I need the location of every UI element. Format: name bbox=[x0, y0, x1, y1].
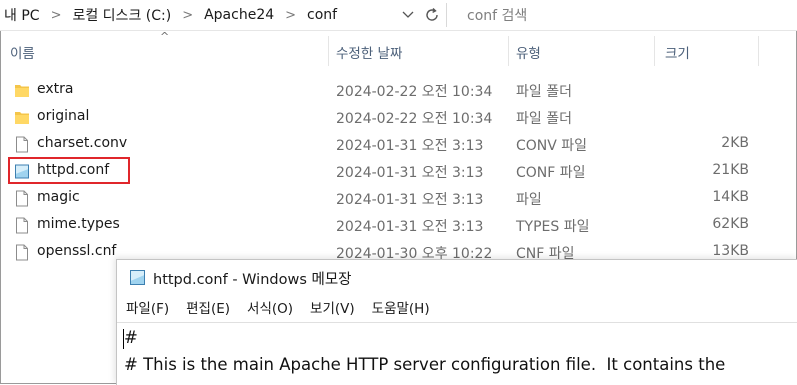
file-type: 파일 bbox=[516, 192, 542, 208]
text-line: # bbox=[124, 328, 138, 347]
file-date: 2024-01-31 오전 3:13 bbox=[336, 192, 484, 208]
file-date: 2024-02-22 오전 10:34 bbox=[336, 111, 493, 127]
file-icon bbox=[16, 244, 28, 261]
refresh-button[interactable] bbox=[421, 4, 443, 26]
notepad-window: httpd.conf - Windows 메모장 파일(F) 편집(E) 서식(… bbox=[116, 259, 797, 385]
file-date: 2024-01-31 오전 3:13 bbox=[336, 138, 484, 154]
file-name: openssl.cnf bbox=[37, 243, 117, 259]
column-divider[interactable] bbox=[328, 36, 329, 66]
search-box[interactable]: conf 검색 bbox=[454, 3, 794, 27]
breadcrumb-conf[interactable]: conf bbox=[305, 7, 339, 23]
file-name: magic bbox=[37, 189, 80, 205]
file-date: 2024-02-22 오전 10:34 bbox=[336, 84, 493, 100]
file-name: extra bbox=[37, 81, 74, 97]
text-line: # This is the main Apache HTTP server co… bbox=[124, 355, 726, 374]
menu-edit[interactable]: 편집(E) bbox=[177, 296, 238, 322]
notepad-title-bar[interactable]: httpd.conf - Windows 메모장 bbox=[117, 260, 797, 294]
search-input[interactable]: conf 검색 bbox=[467, 5, 527, 25]
file-size: 13KB bbox=[712, 243, 749, 259]
file-size: 62KB bbox=[712, 216, 749, 232]
file-icon bbox=[16, 217, 28, 234]
refresh-icon bbox=[426, 7, 438, 21]
column-divider[interactable] bbox=[654, 36, 655, 66]
file-type: 파일 폴더 bbox=[516, 84, 572, 100]
file-row-original[interactable]: original 2024-02-22 오전 10:34 파일 폴더 bbox=[0, 104, 797, 131]
file-size: 2KB bbox=[721, 135, 749, 151]
folder-icon bbox=[15, 85, 29, 97]
highlight-box bbox=[8, 157, 130, 184]
chevron-right-icon[interactable]: > bbox=[276, 8, 305, 23]
file-row-charset-conv[interactable]: charset.conv 2024-01-31 오전 3:13 CONV 파일 … bbox=[0, 131, 797, 158]
column-headers: ^ 이름 수정한 날짜 유형 크기 bbox=[0, 30, 797, 66]
notepad-icon bbox=[130, 270, 145, 285]
file-row-magic[interactable]: magic 2024-01-31 오전 3:13 파일 14KB bbox=[0, 185, 797, 212]
address-history-dropdown[interactable] bbox=[397, 4, 419, 26]
file-date: 2024-01-31 오전 3:13 bbox=[336, 219, 484, 235]
file-type: CONV 파일 bbox=[516, 138, 588, 154]
file-type: TYPES 파일 bbox=[516, 219, 590, 235]
address-bar: 내 PC > 로컬 디스크 (C:) > Apache24 > conf con… bbox=[0, 0, 797, 31]
file-size: 21KB bbox=[712, 162, 749, 178]
file-icon bbox=[16, 136, 28, 153]
breadcrumb-this-pc[interactable]: 내 PC bbox=[2, 5, 42, 25]
file-type: 파일 폴더 bbox=[516, 111, 572, 127]
file-icon bbox=[16, 190, 28, 207]
chevron-down-icon bbox=[402, 11, 414, 18]
file-date: 2024-01-31 오전 3:13 bbox=[336, 165, 484, 181]
notepad-title: httpd.conf - Windows 메모장 bbox=[153, 272, 352, 288]
divider bbox=[446, 3, 447, 27]
column-size[interactable]: 크기 bbox=[665, 42, 690, 62]
menu-help[interactable]: 도움말(H) bbox=[363, 296, 438, 322]
breadcrumb-local-disk[interactable]: 로컬 디스크 (C:) bbox=[70, 5, 173, 25]
notepad-text-area[interactable]: # # This is the main Apache HTTP server … bbox=[117, 322, 797, 385]
file-name: original bbox=[37, 108, 90, 124]
column-divider[interactable] bbox=[758, 36, 759, 66]
breadcrumb: 내 PC > 로컬 디스크 (C:) > Apache24 > conf bbox=[2, 0, 339, 30]
column-date-modified[interactable]: 수정한 날짜 bbox=[336, 42, 402, 62]
file-size: 14KB bbox=[712, 189, 749, 205]
notepad-menu-bar: 파일(F) 편집(E) 서식(O) 보기(V) 도움말(H) bbox=[117, 296, 438, 322]
menu-file[interactable]: 파일(F) bbox=[117, 296, 177, 322]
file-name: charset.conv bbox=[37, 135, 128, 151]
breadcrumb-apache24[interactable]: Apache24 bbox=[202, 7, 276, 23]
chevron-right-icon[interactable]: > bbox=[173, 8, 202, 23]
column-divider[interactable] bbox=[508, 36, 509, 66]
sort-ascending-icon: ^ bbox=[160, 30, 170, 43]
menu-view[interactable]: 보기(V) bbox=[301, 296, 363, 322]
column-name[interactable]: 이름 bbox=[10, 42, 35, 62]
file-row-mime-types[interactable]: mime.types 2024-01-31 오전 3:13 TYPES 파일 6… bbox=[0, 212, 797, 239]
folder-icon bbox=[15, 112, 29, 124]
file-name: mime.types bbox=[37, 216, 120, 232]
menu-format[interactable]: 서식(O) bbox=[238, 296, 301, 322]
column-type[interactable]: 유형 bbox=[516, 42, 541, 62]
file-type: CONF 파일 bbox=[516, 165, 586, 181]
chevron-right-icon[interactable]: > bbox=[42, 8, 71, 23]
file-row-extra[interactable]: extra 2024-02-22 오전 10:34 파일 폴더 bbox=[0, 77, 797, 104]
